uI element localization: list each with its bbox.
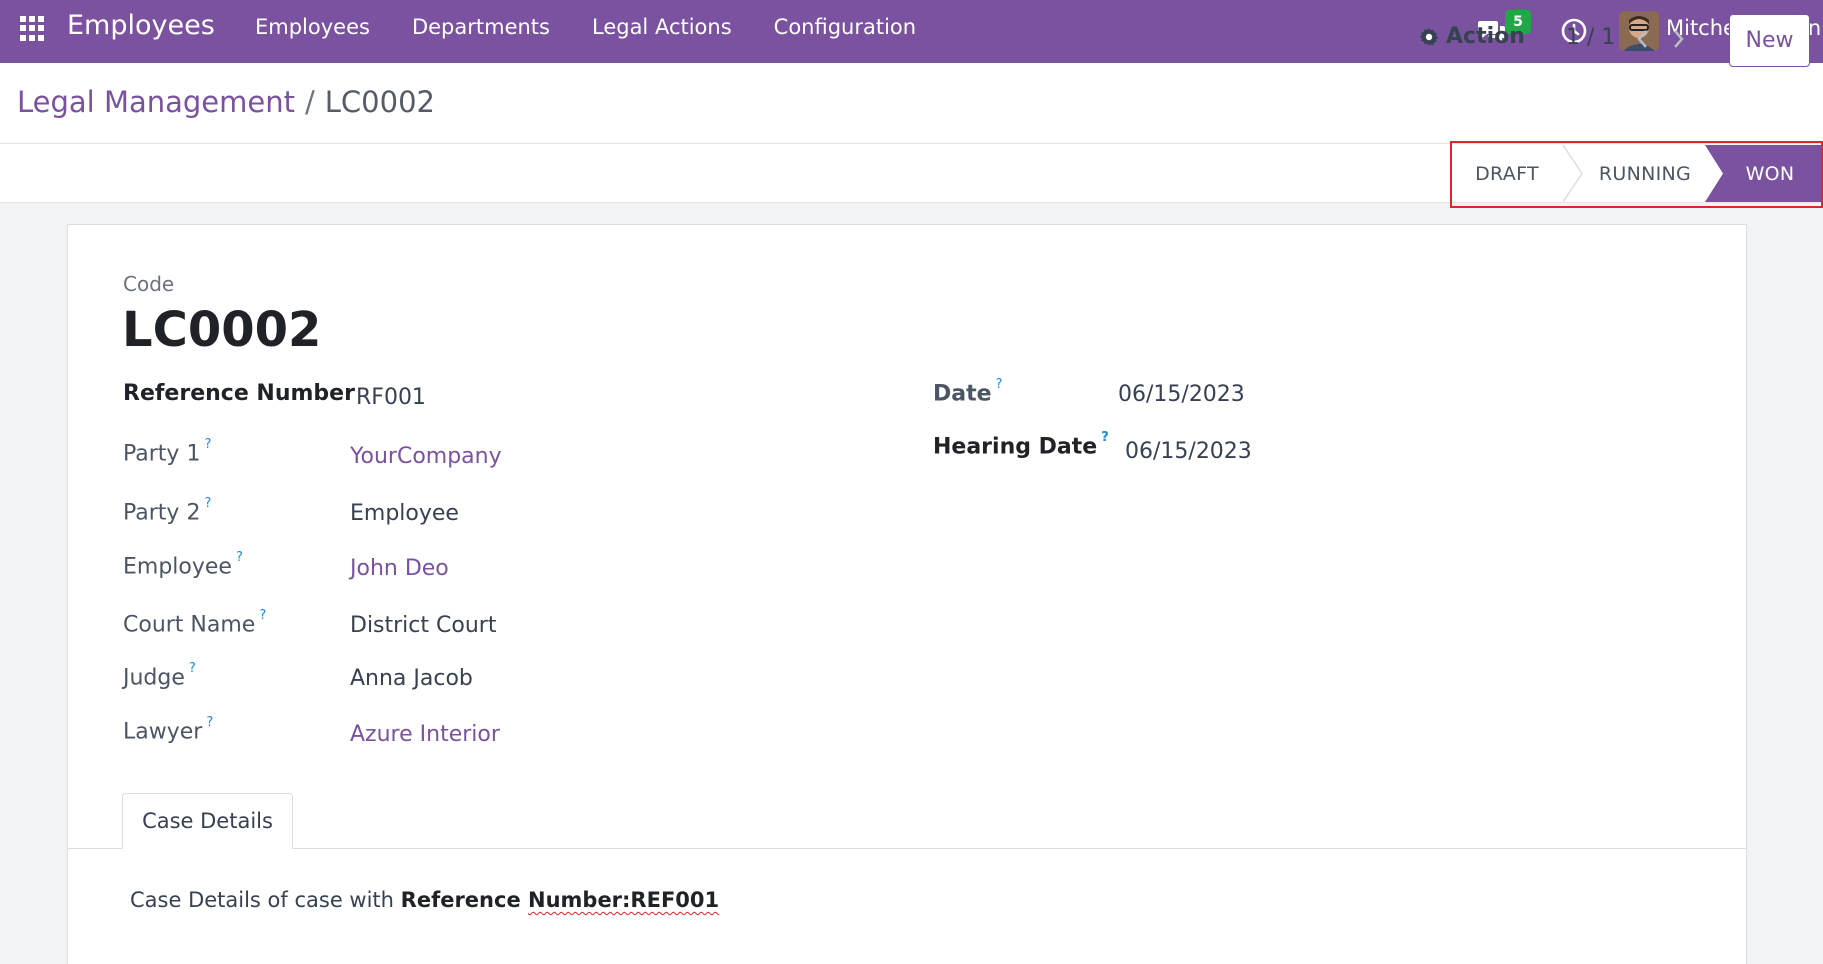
menu-item-departments[interactable]: Departments [412, 15, 550, 39]
party-2-label: Party 2? [123, 496, 212, 526]
breadcrumb-current: LC0002 [324, 85, 435, 119]
code-value[interactable]: LC0002 [122, 302, 321, 358]
main-menu: Employees Departments Legal Actions Conf… [255, 15, 958, 39]
status-highlight-box [1450, 141, 1823, 208]
lawyer-value[interactable]: Azure Interior [350, 722, 500, 747]
chevron-left-icon[interactable] [1634, 28, 1652, 50]
grid-icon[interactable] [20, 16, 45, 41]
court-name-label: Court Name? [123, 608, 267, 638]
date-label: Date? [933, 377, 1003, 407]
court-name-value[interactable]: District Court [350, 613, 496, 638]
help-icon[interactable]: ? [204, 437, 211, 452]
help-icon[interactable]: ? [204, 496, 211, 511]
breadcrumb-parent[interactable]: Legal Management [17, 85, 295, 119]
menu-item-configuration[interactable]: Configuration [774, 15, 916, 39]
control-panel: Legal Management / LC0002 [0, 63, 1823, 144]
hearing-date-label: Hearing Date? [933, 430, 1109, 460]
top-navbar: Employees Employees Departments Legal Ac… [0, 0, 1823, 63]
action-button[interactable]: Action [1419, 24, 1525, 49]
case-details-content[interactable]: Case Details of case with Reference Numb… [130, 888, 719, 912]
menu-item-legal-actions[interactable]: Legal Actions [592, 15, 732, 39]
breadcrumb-separator: / [304, 85, 315, 119]
action-label: Action [1446, 24, 1525, 49]
help-icon[interactable]: ? [996, 377, 1003, 392]
employee-value[interactable]: John Deo [350, 556, 449, 581]
pager-value[interactable]: 1 / 1 [1566, 25, 1615, 50]
notebook-divider [68, 848, 1746, 849]
help-icon[interactable]: ? [259, 608, 266, 623]
help-icon[interactable]: ? [189, 661, 196, 676]
reference-number-value[interactable]: RF001 [356, 385, 426, 410]
help-icon[interactable]: ? [206, 715, 213, 730]
help-icon[interactable]: ? [1101, 430, 1109, 445]
hearing-date-value[interactable]: 06/15/2023 [1125, 439, 1252, 464]
employee-label: Employee? [123, 550, 243, 580]
judge-label: Judge? [123, 661, 196, 691]
party-1-label: Party 1? [123, 437, 212, 467]
judge-value[interactable]: Anna Jacob [350, 666, 473, 691]
tab-case-details[interactable]: Case Details [122, 793, 293, 849]
app-brand[interactable]: Employees [67, 10, 215, 41]
breadcrumb: Legal Management / LC0002 [17, 85, 435, 119]
lawyer-label: Lawyer? [123, 715, 214, 745]
help-icon[interactable]: ? [236, 550, 243, 565]
menu-item-employees[interactable]: Employees [255, 15, 370, 39]
new-button[interactable]: New [1729, 14, 1810, 67]
chevron-right-icon[interactable] [1669, 28, 1687, 50]
reference-number-label: Reference Number [123, 381, 355, 406]
date-value[interactable]: 06/15/2023 [1118, 382, 1245, 407]
code-label: Code [123, 272, 175, 296]
party-1-value[interactable]: YourCompany [350, 444, 502, 469]
party-2-value[interactable]: Employee [350, 501, 459, 526]
gear-icon [1419, 27, 1439, 46]
